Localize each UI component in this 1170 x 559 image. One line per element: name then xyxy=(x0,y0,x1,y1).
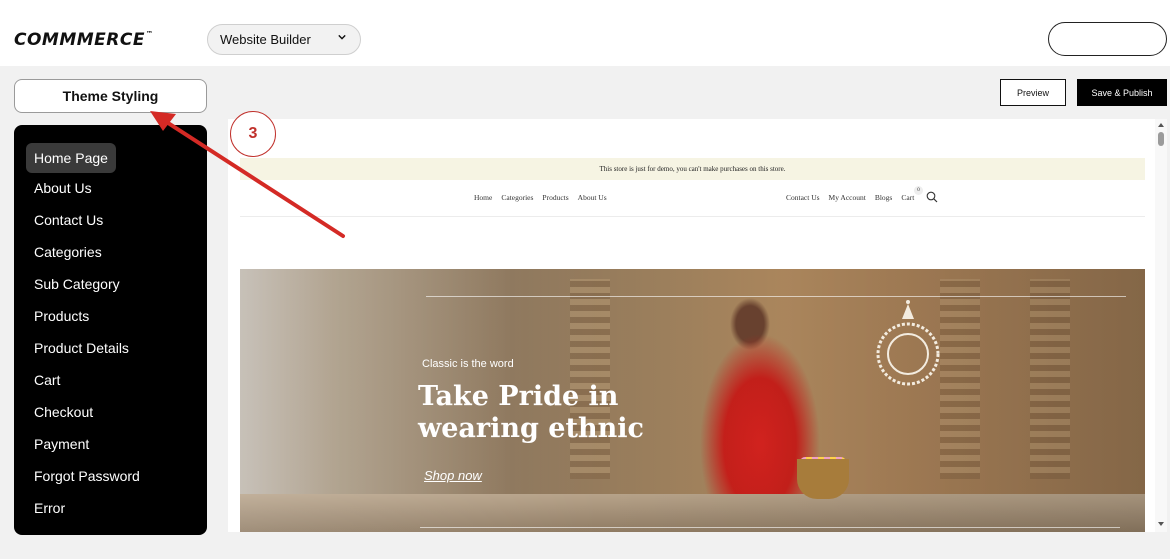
scroll-thumb[interactable] xyxy=(1158,132,1164,146)
store-nav-my-account[interactable]: My Account xyxy=(829,193,866,202)
scroll-down-icon[interactable] xyxy=(1157,520,1165,528)
preview-scrollbar[interactable] xyxy=(1155,119,1167,532)
top-bar: COMMMERCE™ Website Builder xyxy=(0,0,1170,66)
sidebar-item-about-us[interactable]: About Us xyxy=(34,179,92,197)
hero-banner: Classic is the word Take Pride in wearin… xyxy=(240,269,1145,532)
store-nav-home[interactable]: Home xyxy=(474,193,492,202)
search-icon[interactable] xyxy=(926,191,938,203)
sidebar-item-error[interactable]: Error xyxy=(34,499,65,517)
sidebar-item-categories[interactable]: Categories xyxy=(34,243,102,261)
save-publish-button[interactable]: Save & Publish xyxy=(1077,79,1167,106)
store-navbar: Home Categories Products About Us Contac… xyxy=(240,180,1145,217)
preview-button[interactable]: Preview xyxy=(1000,79,1066,106)
chevron-down-icon xyxy=(338,34,346,40)
sidebar-item-contact-us[interactable]: Contact Us xyxy=(34,211,103,229)
store-nav-contact-us[interactable]: Contact Us xyxy=(786,193,820,202)
shop-now-link[interactable]: Shop now xyxy=(424,468,482,483)
sidebar-item-products[interactable]: Products xyxy=(34,307,89,325)
store-nav-about-us[interactable]: About Us xyxy=(578,193,607,202)
store-nav-products[interactable]: Products xyxy=(542,193,568,202)
sidebar-item-cart[interactable]: Cart xyxy=(34,371,60,389)
sidebar-item-sub-category[interactable]: Sub Category xyxy=(34,275,120,293)
flower-basket xyxy=(797,459,849,499)
store-nav-left: Home Categories Products About Us xyxy=(474,193,607,202)
hero-title: Take Pride in wearing ethnic xyxy=(418,381,644,444)
account-button[interactable] xyxy=(1048,22,1167,56)
sidebar-item-product-details[interactable]: Product Details xyxy=(34,339,129,357)
sidebar-item-payment[interactable]: Payment xyxy=(34,435,89,453)
demo-notice-bar: This store is just for demo, you can't m… xyxy=(240,158,1145,180)
logo-text: COMMMERCE xyxy=(14,30,145,50)
logo-trademark: ™ xyxy=(145,30,154,38)
step-number-badge: 3 xyxy=(230,111,276,157)
store-nav-categories[interactable]: Categories xyxy=(501,193,533,202)
sidebar-item-home-page[interactable]: Home Page xyxy=(26,143,116,173)
sidebar-item-forgot-password[interactable]: Forgot Password xyxy=(34,467,140,485)
page-list-sidebar: Home Page About Us Contact Us Categories… xyxy=(14,125,207,535)
store-nav-right: Contact Us My Account Blogs Cart xyxy=(786,193,914,202)
hero-divider-top xyxy=(426,296,1126,297)
hero-subtitle: Classic is the word xyxy=(422,358,514,370)
hero-divider-bottom xyxy=(420,527,1120,528)
brand-logo[interactable]: COMMMERCE™ xyxy=(14,30,153,50)
sidebar-item-checkout[interactable]: Checkout xyxy=(34,403,93,421)
website-builder-select[interactable]: Website Builder xyxy=(207,24,361,55)
store-nav-cart[interactable]: Cart xyxy=(901,193,914,202)
scroll-up-icon[interactable] xyxy=(1157,121,1165,129)
store-preview-frame: This store is just for demo, you can't m… xyxy=(228,119,1155,532)
ornament-frame-icon xyxy=(876,300,940,386)
theme-styling-button[interactable]: Theme Styling xyxy=(14,79,207,113)
cart-count-badge: 0 xyxy=(914,186,923,195)
builder-select-value: Website Builder xyxy=(220,32,311,47)
store-nav-blogs[interactable]: Blogs xyxy=(875,193,893,202)
